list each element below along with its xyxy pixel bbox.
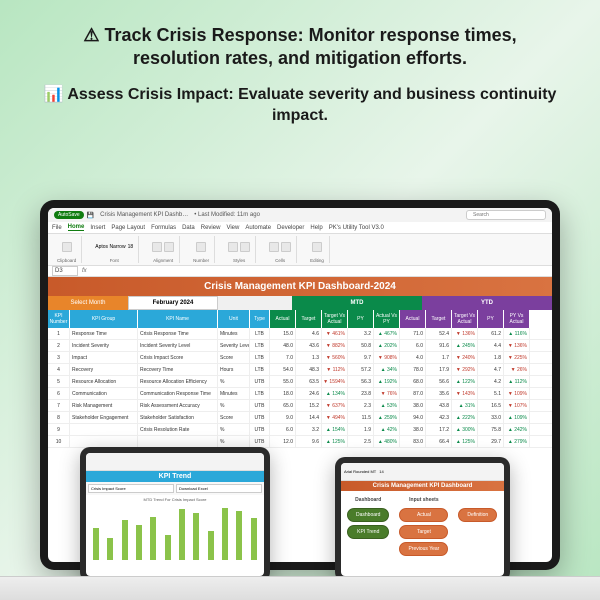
chart-bar [251, 518, 257, 560]
table-row[interactable]: 9Crisis Resolution Rate%UTB6.03.2▲ 154%1… [48, 424, 552, 436]
font-size-select[interactable]: 18 [128, 244, 134, 250]
dashboard-button[interactable]: Dashboard [347, 508, 389, 522]
chart-title: MTD Trend For Crisis Impact Score [86, 495, 264, 504]
tab-developer[interactable]: Developer [277, 225, 304, 231]
table-row[interactable]: 5Resource AllocationResource Allocation … [48, 376, 552, 388]
table-row[interactable]: 8Stakeholder EngagementStakeholder Satis… [48, 412, 552, 424]
fx-icon[interactable]: fx [82, 268, 87, 274]
dashboard-title: Crisis Management KPI Dashboard-2024 [48, 277, 552, 296]
hero-line-2: 📊 Assess Crisis Impact: Evaluate severit… [40, 85, 560, 127]
chart-bar [136, 525, 142, 560]
ribbon: Clipboard Aptos Narrow 18 Font Alignment… [48, 234, 552, 266]
filename: Crisis Management KPI Dashb… [100, 212, 188, 218]
desk-surface [0, 576, 600, 600]
title-bar: AutoSave 💾 Crisis Management KPI Dashb… … [48, 208, 552, 222]
table-row[interactable]: 4RecoveryRecovery TimeHoursLTB54.048.3▼ … [48, 364, 552, 376]
table-row[interactable]: 1Response TimeCrisis Response TimeMinute… [48, 328, 552, 340]
ribbon-editing: Editing [305, 236, 330, 263]
table-format-icon[interactable] [240, 242, 250, 252]
tab-formulas[interactable]: Formulas [151, 225, 176, 231]
cond-format-icon[interactable] [228, 242, 238, 252]
chart-bar [179, 509, 185, 560]
tab-automate[interactable]: Automate [245, 225, 271, 231]
month-dropdown[interactable]: February 2024 [128, 296, 218, 310]
tab-file[interactable]: File [52, 225, 62, 231]
wrap-icon[interactable] [164, 242, 174, 252]
tab-home[interactable]: Home [68, 224, 85, 231]
nav-title: Crisis Management KPI Dashboard [341, 481, 504, 491]
tab-view[interactable]: View [226, 225, 239, 231]
ribbon-number: Number [188, 236, 215, 263]
last-modified: • Last Modified: 11m ago [194, 212, 260, 218]
autosave-toggle[interactable]: AutoSave [54, 211, 84, 219]
hero-line-1: ⚠ Track Crisis Response: Monitor respons… [40, 24, 560, 71]
font-name-select[interactable]: Aptos Narrow [95, 244, 125, 250]
chart-bar [236, 511, 242, 560]
align-icon[interactable] [152, 242, 162, 252]
chart-bar [165, 535, 171, 560]
ribbon-alignment: Alignment [147, 236, 180, 263]
tab-review[interactable]: Review [201, 225, 221, 231]
download-dropdown[interactable]: Download Excel [176, 484, 262, 493]
save-icon[interactable]: 💾 [87, 212, 94, 219]
ribbon-font: Aptos Narrow 18 Font [90, 236, 139, 263]
chart-bar [208, 531, 214, 560]
insert-cell-icon[interactable] [269, 242, 279, 252]
autosum-icon[interactable] [312, 242, 322, 252]
chart-bar [150, 517, 156, 560]
tab-data[interactable]: Data [182, 225, 195, 231]
tablet-dashboard-nav: Arial Rounded MT 14 Crisis Management KP… [335, 457, 510, 582]
chart-bar [93, 528, 99, 561]
mini-ribbon-2: Arial Rounded MT 14 [341, 463, 504, 481]
tab-utility[interactable]: PK's Utility Tool V3.0 [329, 225, 384, 231]
ribbon-styles: Styles [223, 236, 256, 263]
name-box[interactable]: D3 [52, 266, 78, 276]
kpi-trend-button[interactable]: KPI Trend [347, 525, 389, 539]
tablet-kpi-trend: KPI Trend Crisis Impact Score Download E… [80, 447, 270, 582]
target-button[interactable]: Target [399, 525, 448, 539]
formula-bar: D3 fx [48, 266, 552, 277]
ribbon-clipboard: Clipboard [52, 236, 82, 263]
definition-button[interactable]: Definition [458, 508, 497, 522]
ytd-header: YTD [422, 296, 552, 310]
table-row[interactable]: 3ImpactCrisis Impact ScoreScoreLTB7.01.3… [48, 352, 552, 364]
ribbon-cells: Cells [264, 236, 297, 263]
search-input[interactable] [466, 210, 546, 220]
kpi-select-dropdown[interactable]: Crisis Impact Score [88, 484, 174, 493]
ribbon-tabs: File Home Insert Page Layout Formulas Da… [48, 222, 552, 234]
tab-help[interactable]: Help [310, 225, 322, 231]
chart-bar [122, 520, 128, 560]
mini-ribbon-1 [86, 453, 264, 471]
actual-button[interactable]: Actual [399, 508, 448, 522]
table-row[interactable]: 6CommunicationCommunication Response Tim… [48, 388, 552, 400]
bar-chart [86, 504, 264, 564]
number-format-icon[interactable] [196, 242, 206, 252]
delete-cell-icon[interactable] [281, 242, 291, 252]
table-row[interactable]: 2Incident SeverityIncident Severity Leve… [48, 340, 552, 352]
chart-bar [222, 508, 228, 560]
select-month-label: Select Month [48, 296, 128, 310]
table-headers: KPI Number KPI Group KPI Name Unit Type … [48, 310, 552, 328]
tab-insert[interactable]: Insert [90, 225, 105, 231]
kpi-trend-title: KPI Trend [86, 471, 264, 482]
mtd-header: MTD [292, 296, 422, 310]
chart-bar [107, 538, 113, 560]
tab-page-layout[interactable]: Page Layout [111, 225, 145, 231]
prev-year-button[interactable]: Previous Year [399, 542, 448, 556]
table-row[interactable]: 7Risk ManagementRisk Assessment Accuracy… [48, 400, 552, 412]
chart-bar [193, 513, 199, 560]
paste-icon[interactable] [62, 242, 72, 252]
